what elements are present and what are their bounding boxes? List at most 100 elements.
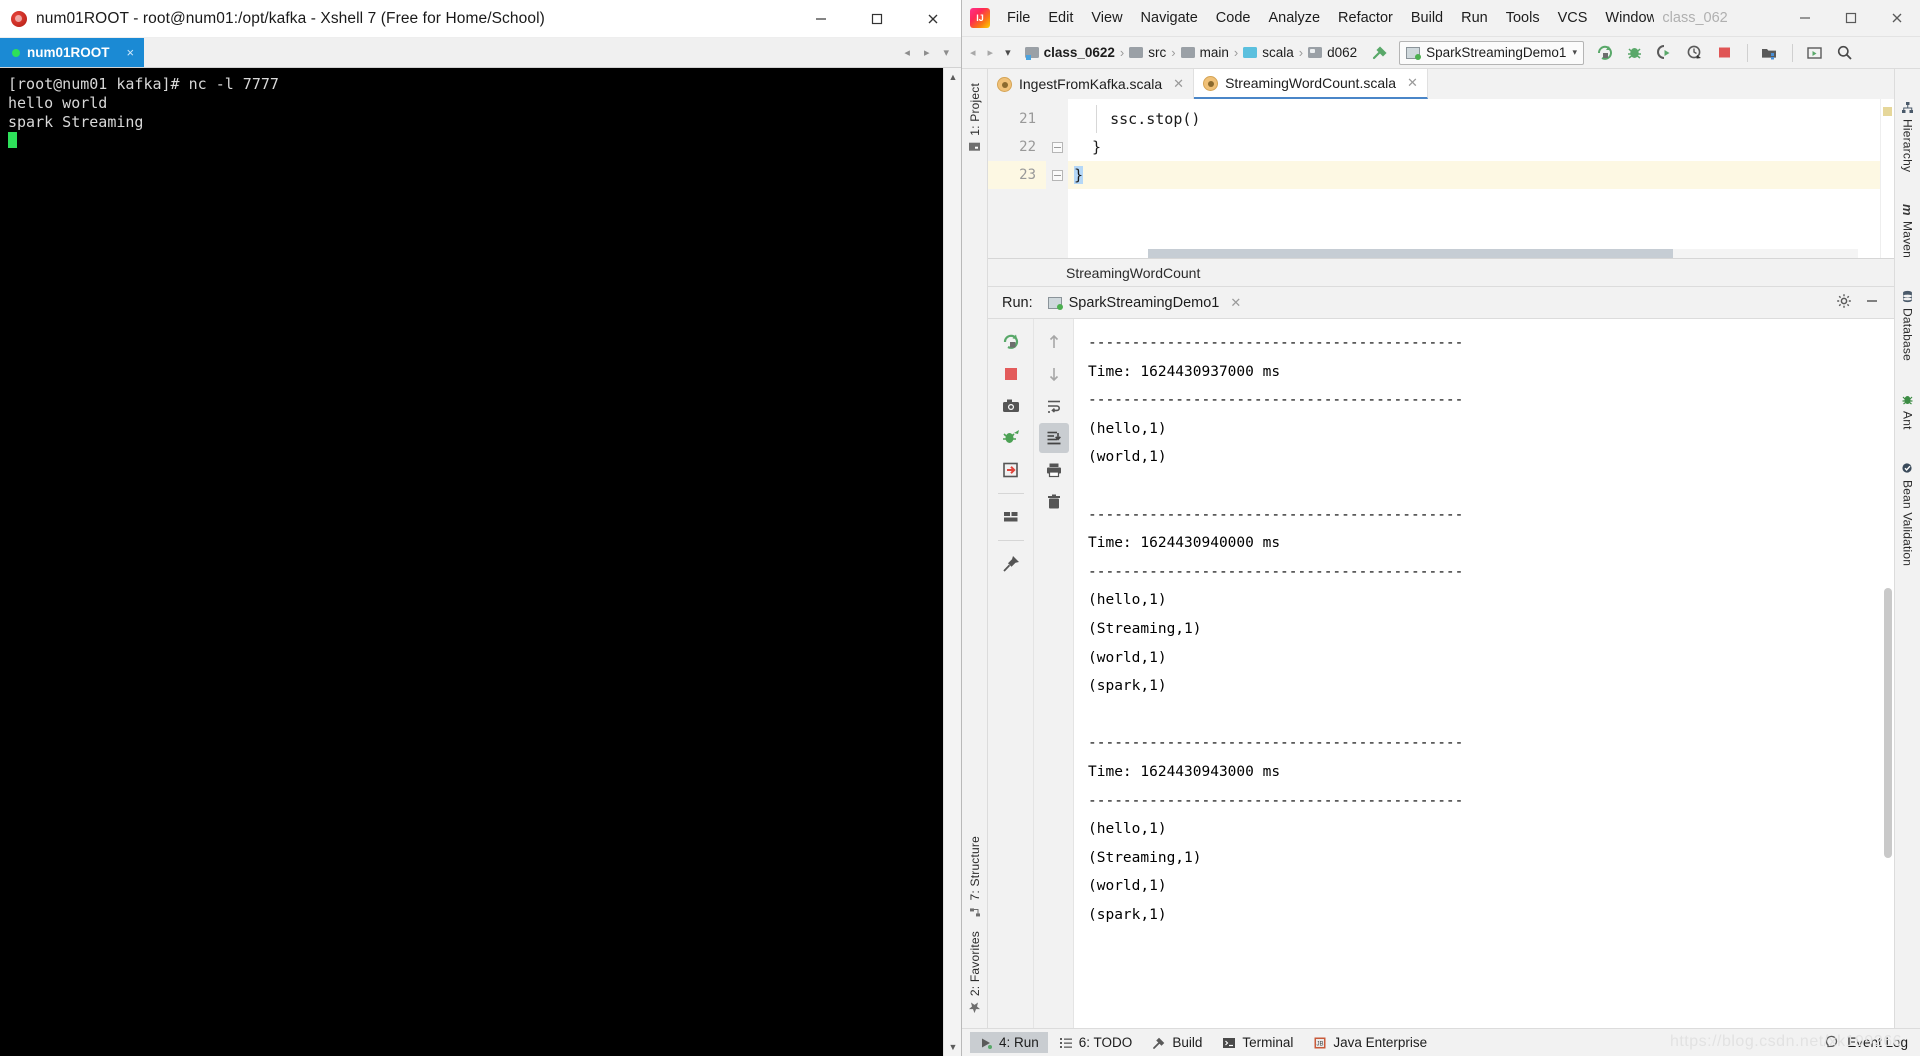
pin-icon[interactable] [996,549,1026,579]
scroll-down-icon[interactable] [1039,359,1069,389]
run-session-tab[interactable]: SparkStreamingDemo1 ✕ [1042,295,1248,311]
menu-window[interactable]: Window [1596,7,1654,29]
scroll-up-icon[interactable]: ▲ [944,68,962,86]
idea-maximize-button[interactable] [1828,0,1874,37]
clear-all-icon[interactable] [1039,487,1069,517]
close-icon[interactable]: ✕ [1230,295,1241,311]
soft-wrap-icon[interactable] [1039,391,1069,421]
console-line: (hello,1) [1088,821,1167,838]
run-configuration-selector[interactable]: SparkStreamingDemo1 ▾ [1399,40,1584,65]
chevron-left-icon[interactable]: ◂ [904,46,910,59]
menu-code[interactable]: Code [1207,7,1260,29]
sidebar-item-structure[interactable]: 7: Structure [968,830,982,924]
code-editor[interactable]: 21 22 23 ssc.stop() } } [988,99,1894,259]
menu-analyze[interactable]: Analyze [1259,7,1329,29]
bean-validation-icon [1902,462,1912,473]
close-icon[interactable]: × [127,45,135,60]
sidebar-item-hierarchy[interactable]: Hierarchy [1901,95,1915,178]
xshell-maximize-button[interactable] [849,0,905,38]
status-button-java-enterprise[interactable]: JB Java Enterprise [1304,1032,1436,1053]
close-icon[interactable]: ✕ [1173,76,1184,92]
gear-icon[interactable] [1836,293,1852,313]
sidebar-item-project[interactable]: 1: Project [968,77,982,160]
profile-icon[interactable] [1682,40,1708,66]
tab-ingestfromkafka[interactable]: IngestFromKafka.scala ✕ [988,69,1195,99]
status-button-build[interactable]: Build [1143,1032,1211,1053]
scroll-up-icon[interactable] [1039,327,1069,357]
status-button-terminal[interactable]: Terminal [1213,1032,1302,1053]
scroll-to-end-icon[interactable] [1038,423,1069,453]
terminal-output[interactable]: [root@num01 kafka]# nc -l 7777 hello wor… [0,68,961,1056]
event-log-icon[interactable] [1826,1034,1840,1051]
rerun-icon[interactable] [996,327,1026,357]
editor-error-stripe[interactable] [1880,99,1894,258]
sidebar-item-favorites[interactable]: 2: Favorites [968,925,982,1020]
search-everywhere-icon[interactable] [1832,40,1858,66]
nav-dropdown-icon[interactable]: ▾ [1005,46,1011,59]
coverage-icon[interactable] [1652,40,1678,66]
sidebar-item-database[interactable]: Database [1901,284,1915,367]
menu-vcs[interactable]: VCS [1549,7,1597,29]
status-button-todo[interactable]: 6: TODO [1050,1032,1142,1053]
menu-tools[interactable]: Tools [1497,7,1549,29]
sidebar-item-maven[interactable]: m Maven [1900,198,1915,264]
console-output[interactable]: ----------------------------------------… [1074,319,1894,1028]
print-icon[interactable] [1039,455,1069,485]
breadcrumb-project[interactable]: class_0622 [1021,45,1119,60]
sidebar-item-bean-validation[interactable]: Bean Validation [1901,456,1915,572]
chevron-down-icon[interactable]: ▾ [1572,47,1579,58]
screenshot-icon[interactable] [996,391,1026,421]
debug-icon[interactable] [1622,40,1648,66]
menu-refactor[interactable]: Refactor [1329,7,1402,29]
project-structure-icon[interactable] [1757,40,1783,66]
layout-icon[interactable] [996,502,1026,532]
sidebar-item-ant[interactable]: Ant [1901,387,1915,436]
breadcrumb-package[interactable]: d062 [1304,45,1361,60]
export-icon[interactable] [996,455,1026,485]
run-window-icon[interactable] [1802,40,1828,66]
stop-icon[interactable] [1712,40,1738,66]
menu-edit[interactable]: Edit [1039,7,1082,29]
menu-build[interactable]: Build [1402,7,1452,29]
editor-breadcrumb[interactable]: StreamingWordCount [988,259,1894,287]
code-line: } [1074,138,1102,156]
nav-back-icon[interactable]: ◂ [970,46,976,59]
xshell-close-button[interactable] [905,0,961,38]
build-hammer-icon[interactable] [1367,40,1393,66]
console-scrollbar[interactable] [1884,588,1892,858]
menu-run[interactable]: Run [1452,7,1497,29]
minimize-icon[interactable] [1864,293,1880,313]
editor-fold-column[interactable] [1046,99,1068,258]
breadcrumb-src[interactable]: src [1125,45,1170,60]
stop-icon[interactable] [996,359,1026,389]
package-folder-icon [1308,47,1323,58]
code-fold-toggle[interactable] [1046,161,1068,189]
nav-forward-icon[interactable]: ▸ [988,46,994,59]
thread-dump-icon[interactable] [996,423,1026,453]
status-button-run[interactable]: 4: Run [970,1032,1048,1053]
terminal-scrollbar[interactable]: ▲ ▼ [943,68,961,1056]
menu-navigate[interactable]: Navigate [1132,7,1207,29]
breadcrumb-scala[interactable]: scala [1239,45,1298,60]
tab-label: StreamingWordCount.scala [1225,75,1397,91]
menu-view[interactable]: View [1082,7,1131,29]
scroll-down-icon[interactable]: ▼ [944,1038,962,1056]
xshell-session-tab[interactable]: num01ROOT × [0,38,145,67]
idea-minimize-button[interactable] [1782,0,1828,37]
xshell-window-title: num01ROOT - root@num01:/opt/kafka - Xshe… [36,9,545,27]
chevron-down-icon[interactable]: ▾ [943,46,949,59]
right-tool-rail: Hierarchy m Maven Database Ant Bean Vali… [1894,69,1920,1028]
tab-streamingwordcount[interactable]: StreamingWordCount.scala ✕ [1194,69,1428,99]
chevron-right-icon[interactable]: ▸ [924,46,930,59]
xshell-minimize-button[interactable] [793,0,849,38]
menu-file[interactable]: File [998,7,1039,29]
idea-close-button[interactable] [1874,0,1920,37]
close-icon[interactable]: ✕ [1407,75,1418,91]
breadcrumb-main[interactable]: main [1177,45,1233,60]
editor-text-area[interactable]: ssc.stop() } } [1068,99,1880,258]
rerun-icon[interactable] [1592,40,1618,66]
scala-file-icon [1203,75,1219,91]
event-log-label[interactable]: Event Log [1847,1035,1908,1050]
editor-horizontal-scrollbar[interactable] [1148,249,1858,258]
code-fold-toggle[interactable] [1046,133,1068,161]
